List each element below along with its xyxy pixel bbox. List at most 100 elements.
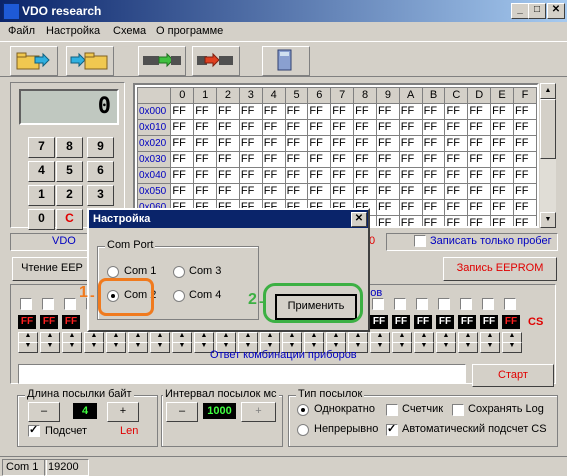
- hex-cell[interactable]: FF: [216, 103, 240, 120]
- hex-cell[interactable]: FF: [375, 135, 400, 152]
- hex-cell[interactable]: FF: [467, 215, 492, 226]
- spin-down-icon[interactable]: ▼: [414, 342, 434, 353]
- write-eeprom-button[interactable]: Запись EEPROM: [443, 257, 557, 281]
- hex-cell[interactable]: FF: [284, 103, 309, 120]
- save-log-checkbox[interactable]: [452, 404, 464, 416]
- hex-cell[interactable]: FF: [330, 119, 355, 136]
- hex-cell[interactable]: FF: [375, 167, 400, 184]
- hex-cell[interactable]: FF: [444, 103, 469, 120]
- auto-cs-checkbox[interactable]: [386, 422, 398, 436]
- spin-down-icon[interactable]: ▼: [18, 342, 38, 353]
- read-eeprom-button[interactable]: Чтение EEP: [12, 257, 92, 281]
- start-button[interactable]: Старт: [472, 364, 554, 387]
- grid-scrollbar[interactable]: ▲ ▼: [540, 83, 556, 228]
- menu-settings[interactable]: Настройка: [46, 25, 100, 37]
- key-5[interactable]: 5: [56, 161, 83, 182]
- hex-cell[interactable]: FF: [421, 199, 446, 216]
- hex-cell[interactable]: FF: [398, 151, 423, 168]
- hex-cell[interactable]: FF: [216, 151, 240, 168]
- hex-cell[interactable]: FF: [307, 135, 332, 152]
- hex-cell[interactable]: FF: [284, 183, 309, 200]
- menu-about[interactable]: О программе: [156, 25, 223, 37]
- hex-cell[interactable]: FF: [513, 199, 537, 216]
- spin-down-icon[interactable]: ▼: [84, 342, 104, 353]
- hex-cell[interactable]: FF: [307, 119, 332, 136]
- com1-radio[interactable]: [107, 266, 119, 278]
- device-checkbox[interactable]: [20, 298, 32, 310]
- continuous-radio[interactable]: [297, 424, 309, 436]
- com4-radio[interactable]: [173, 290, 185, 302]
- hex-cell[interactable]: FF: [444, 199, 469, 216]
- hex-cell[interactable]: FF: [170, 103, 195, 120]
- hex-cell[interactable]: FF: [444, 215, 469, 226]
- spin-down-icon[interactable]: ▼: [458, 342, 478, 353]
- key-6[interactable]: 6: [87, 161, 114, 182]
- counter-checkbox[interactable]: [386, 404, 398, 416]
- hex-cell[interactable]: FF: [261, 135, 286, 152]
- hex-cell[interactable]: FF: [353, 183, 377, 200]
- hex-cell[interactable]: FF: [238, 167, 263, 184]
- open-folder-icon[interactable]: [10, 46, 58, 76]
- hex-cell[interactable]: FF: [467, 167, 492, 184]
- device-checkbox[interactable]: [64, 298, 76, 310]
- key-1[interactable]: 1: [28, 185, 55, 206]
- interval-minus-button[interactable]: –: [166, 402, 198, 422]
- hex-cell[interactable]: FF: [398, 199, 423, 216]
- spin-down-icon[interactable]: ▼: [392, 342, 412, 353]
- read-chip-icon[interactable]: [138, 46, 186, 76]
- hex-cell[interactable]: FF: [284, 151, 309, 168]
- device-checkbox[interactable]: [394, 298, 406, 310]
- hex-cell[interactable]: FF: [375, 183, 400, 200]
- device-checkbox[interactable]: [504, 298, 516, 310]
- hex-cell[interactable]: FF: [353, 167, 377, 184]
- hex-cell[interactable]: FF: [513, 151, 537, 168]
- interval-plus-button[interactable]: +: [241, 402, 276, 422]
- hex-cell[interactable]: FF: [238, 183, 263, 200]
- hex-cell[interactable]: FF: [421, 119, 446, 136]
- hex-cell[interactable]: FF: [490, 103, 515, 120]
- hex-cell[interactable]: FF: [375, 215, 400, 226]
- length-minus-button[interactable]: –: [28, 402, 60, 422]
- hex-cell[interactable]: FF: [307, 167, 332, 184]
- menu-file[interactable]: Файл: [8, 25, 35, 37]
- hex-cell[interactable]: FF: [513, 135, 537, 152]
- hex-cell[interactable]: FF: [490, 215, 515, 226]
- hex-cell[interactable]: FF: [513, 215, 537, 226]
- hex-cell[interactable]: FF: [398, 167, 423, 184]
- device-checkbox[interactable]: [438, 298, 450, 310]
- hex-cell[interactable]: FF: [444, 119, 469, 136]
- hex-cell[interactable]: FF: [216, 135, 240, 152]
- hex-cell[interactable]: FF: [513, 103, 537, 120]
- hex-cell[interactable]: FF: [284, 135, 309, 152]
- hex-cell[interactable]: FF: [375, 151, 400, 168]
- spin-down-icon[interactable]: ▼: [172, 342, 192, 353]
- calculator-icon[interactable]: [262, 46, 310, 76]
- hex-cell[interactable]: FF: [170, 119, 195, 136]
- hex-cell[interactable]: FF: [193, 183, 218, 200]
- hex-cell[interactable]: FF: [513, 119, 537, 136]
- minimize-button[interactable]: _: [511, 3, 529, 19]
- hex-cell[interactable]: FF: [398, 215, 423, 226]
- spin-down-icon[interactable]: ▼: [106, 342, 126, 353]
- spin-down-icon[interactable]: ▼: [128, 342, 148, 353]
- hex-cell[interactable]: FF: [444, 151, 469, 168]
- hex-cell[interactable]: FF: [421, 135, 446, 152]
- hex-cell[interactable]: FF: [353, 119, 377, 136]
- key-4[interactable]: 4: [28, 161, 55, 182]
- device-checkbox[interactable]: [42, 298, 54, 310]
- hex-cell[interactable]: FF: [467, 103, 492, 120]
- hex-cell[interactable]: FF: [238, 151, 263, 168]
- hex-cell[interactable]: FF: [261, 119, 286, 136]
- hex-cell[interactable]: FF: [490, 167, 515, 184]
- maximize-button[interactable]: □: [528, 3, 546, 19]
- hex-cell[interactable]: FF: [238, 103, 263, 120]
- hex-cell[interactable]: FF: [170, 135, 195, 152]
- hex-cell[interactable]: FF: [490, 151, 515, 168]
- hex-cell[interactable]: FF: [193, 135, 218, 152]
- hex-cell[interactable]: FF: [353, 103, 377, 120]
- hex-cell[interactable]: FF: [238, 119, 263, 136]
- hex-cell[interactable]: FF: [421, 167, 446, 184]
- hex-cell[interactable]: FF: [216, 119, 240, 136]
- spin-down-icon[interactable]: ▼: [502, 342, 522, 353]
- hex-cell[interactable]: FF: [193, 151, 218, 168]
